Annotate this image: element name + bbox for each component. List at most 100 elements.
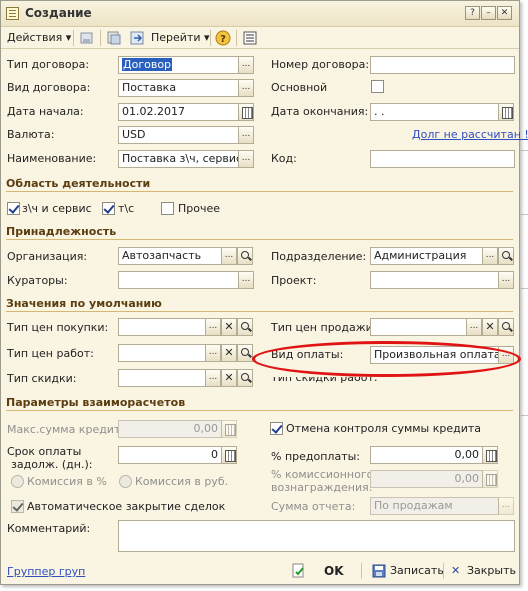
copy-doc-icon[interactable]: [106, 30, 122, 46]
primary-checkbox[interactable]: [371, 80, 384, 93]
goto-menu[interactable]: Перейти ▾: [151, 29, 210, 47]
commission-reward-label-line2: вознаграждения:: [271, 481, 373, 494]
name-field[interactable]: Поставка з\ч, сервис и: [118, 150, 239, 168]
toolbar-separator: [210, 30, 211, 46]
save-button[interactable]: Записать: [390, 561, 444, 581]
department-label: Подразделение:: [271, 250, 367, 263]
prepayment-field[interactable]: 0,00: [370, 446, 483, 464]
contract-type-field[interactable]: Договор: [118, 56, 239, 74]
activity-vehicles-checkbox[interactable]: [102, 202, 115, 215]
organization-search-icon[interactable]: [237, 247, 253, 265]
purchase-price-type-clear-icon[interactable]: ✕: [221, 318, 237, 336]
purchase-price-type-field[interactable]: [118, 318, 206, 336]
commission-rub-radio[interactable]: [119, 475, 132, 488]
group-link[interactable]: Группер груп: [7, 565, 85, 578]
edge-tick: [521, 214, 528, 215]
help-icon[interactable]: ?: [215, 30, 231, 46]
activity-parts-checkbox[interactable]: [7, 202, 20, 215]
organization-select-button[interactable]: ...: [221, 247, 237, 265]
department-search-icon[interactable]: [498, 247, 514, 265]
calculator-icon[interactable]: [221, 446, 237, 464]
comment-field[interactable]: [118, 520, 515, 552]
list-icon[interactable]: [242, 30, 258, 46]
work-price-type-field[interactable]: [118, 344, 206, 362]
defaults-section-title: Значения по умолчанию: [6, 297, 513, 312]
max-credit-field[interactable]: 0,00: [118, 420, 222, 438]
purchase-price-type-select-button[interactable]: ...: [205, 318, 221, 336]
contract-number-field[interactable]: [370, 56, 515, 74]
close-window-button[interactable]: ✕: [497, 6, 512, 20]
sale-price-type-select-button[interactable]: ...: [466, 318, 482, 336]
report-sum-select-button[interactable]: ...: [498, 497, 514, 515]
minimize-button[interactable]: –: [481, 6, 496, 20]
currency-select-button[interactable]: ...: [238, 126, 254, 144]
curators-select-button[interactable]: ...: [238, 271, 254, 289]
report-sum-field[interactable]: По продажам: [370, 497, 499, 515]
calendar-icon[interactable]: [238, 103, 254, 121]
work-price-type-select-button[interactable]: ...: [205, 344, 221, 362]
calendar-icon[interactable]: [498, 103, 514, 121]
edge-tick: [521, 415, 528, 416]
organization-label: Организация:: [7, 250, 88, 263]
currency-label: Валюта:: [7, 128, 55, 141]
contract-kind-select-button[interactable]: ...: [238, 79, 254, 97]
discount-type-clear-icon[interactable]: ✕: [221, 369, 237, 387]
work-price-type-search-icon[interactable]: [237, 344, 253, 362]
payment-term-label-line2: задолж. (дн.):: [11, 458, 93, 471]
max-credit-label: Макс.сумма кредита:: [7, 423, 131, 436]
contract-type-select-button[interactable]: ...: [238, 56, 254, 74]
calculator-icon[interactable]: [221, 420, 237, 438]
start-date-label: Дата начала:: [7, 105, 84, 118]
curators-field[interactable]: [118, 271, 239, 289]
work-price-type-clear-icon[interactable]: ✕: [221, 344, 237, 362]
title-bar[interactable]: Создание ? – ✕: [1, 1, 519, 27]
organization-field[interactable]: Автозапчасть: [118, 247, 222, 265]
name-label: Наименование:: [7, 152, 97, 165]
discount-type-field[interactable]: [118, 369, 206, 387]
currency-field[interactable]: USD: [118, 126, 239, 144]
auto-close-checkbox[interactable]: [11, 500, 24, 513]
discount-type-select-button[interactable]: ...: [205, 369, 221, 387]
cancel-credit-control-checkbox[interactable]: [270, 422, 283, 435]
sale-price-type-clear-icon[interactable]: ✕: [482, 318, 498, 336]
document-check-icon: [291, 563, 307, 579]
payment-term-field[interactable]: 0: [118, 446, 222, 464]
calculator-icon[interactable]: [482, 470, 498, 488]
purchase-price-type-search-icon[interactable]: [237, 318, 253, 336]
end-date-label: Дата окончания:: [271, 105, 369, 118]
code-field[interactable]: [370, 150, 515, 168]
close-button[interactable]: Закрыть: [467, 561, 516, 581]
footer-bar: Группер груп OK Записать ✕ Закрыть: [1, 559, 519, 585]
project-label: Проект:: [271, 274, 317, 287]
activity-vehicles-label: т\с: [118, 202, 135, 215]
sale-price-type-search-icon[interactable]: [498, 318, 514, 336]
department-field[interactable]: Администрация: [370, 247, 483, 265]
help-window-button[interactable]: ?: [465, 6, 480, 20]
calculator-icon[interactable]: [482, 446, 498, 464]
close-x-icon: ✕: [451, 564, 461, 577]
project-field[interactable]: [370, 271, 499, 289]
contract-kind-label: Вид договора:: [7, 81, 91, 94]
discount-type-search-icon[interactable]: [237, 369, 253, 387]
activity-other-label: Прочее: [178, 202, 221, 215]
actions-menu[interactable]: Действия ▾: [7, 29, 71, 47]
purchase-price-type-label: Тип цен покупки:: [7, 321, 109, 334]
contract-kind-field[interactable]: Поставка: [118, 79, 239, 97]
department-select-button[interactable]: ...: [482, 247, 498, 265]
debt-not-calculated-link[interactable]: Долг не рассчитан !: [412, 128, 528, 141]
code-label: Код:: [271, 152, 297, 165]
commission-percent-radio[interactable]: [11, 475, 24, 488]
sale-price-type-label: Тип цен продажи:: [271, 321, 377, 334]
end-date-field[interactable]: . .: [370, 103, 499, 121]
name-select-button[interactable]: ...: [238, 150, 254, 168]
start-date-field[interactable]: 01.02.2017: [118, 103, 239, 121]
settlement-section-title: Параметры взаиморасчетов: [6, 396, 513, 411]
sale-price-type-field[interactable]: [370, 318, 467, 336]
project-select-button[interactable]: ...: [498, 271, 514, 289]
commission-reward-field[interactable]: 0,00: [370, 470, 483, 488]
activity-other-checkbox[interactable]: [161, 202, 174, 215]
window-title: Создание: [25, 6, 92, 20]
ok-button[interactable]: OK: [324, 561, 344, 581]
goto-label: Перейти: [151, 31, 201, 44]
save-doc-icon[interactable]: [79, 30, 95, 46]
